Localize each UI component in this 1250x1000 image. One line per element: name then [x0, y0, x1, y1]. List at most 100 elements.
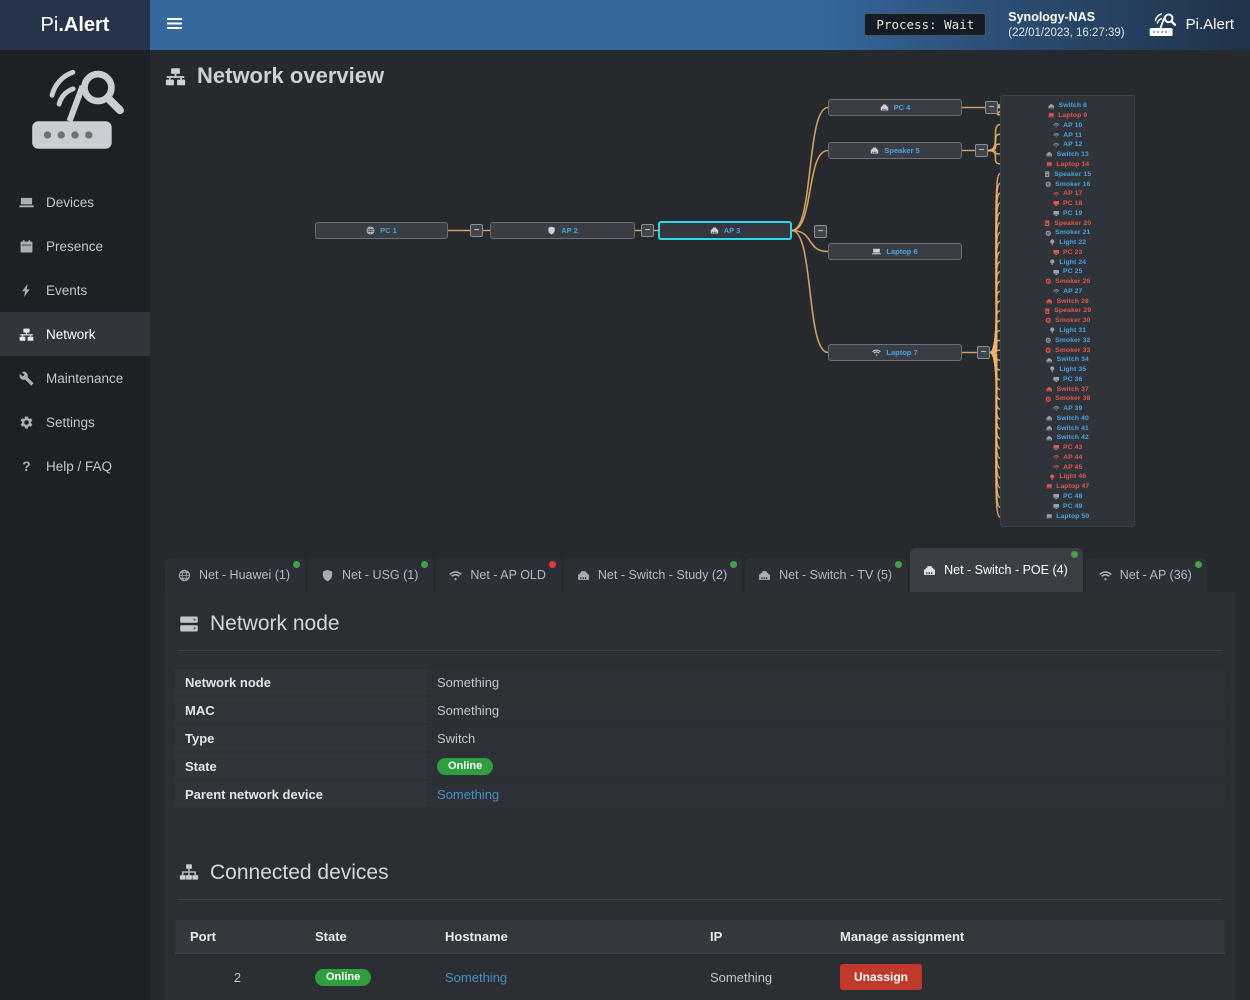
- panel-device[interactable]: Laptop 50: [1001, 511, 1134, 521]
- collapse-button-laptop7[interactable]: −: [977, 346, 990, 359]
- panel-device[interactable]: Smoker 16: [1001, 179, 1134, 189]
- collapse-button-speaker5[interactable]: −: [975, 144, 988, 157]
- panel-device[interactable]: Switch 13: [1001, 150, 1134, 160]
- panel-device[interactable]: Switch 37: [1001, 384, 1134, 394]
- wifi-icon: [1053, 191, 1060, 198]
- tab-net-huawei-1[interactable]: Net - Huawei (1): [165, 558, 305, 592]
- panel-device[interactable]: Light 46: [1001, 472, 1134, 482]
- panel-device[interactable]: PC 36: [1001, 374, 1134, 384]
- sidebar-item-network[interactable]: Network: [0, 312, 150, 356]
- app-root: Pi.Alert Process: Wait Synology-NAS (22/…: [0, 0, 1250, 1000]
- ethernet-icon: [577, 569, 590, 582]
- sidebar-item-devices[interactable]: Devices: [0, 180, 150, 224]
- ethernet-icon: [1046, 425, 1053, 432]
- panel-device-label: PC 23: [1063, 249, 1082, 256]
- panel-device[interactable]: PC 48: [1001, 492, 1134, 502]
- panel-device[interactable]: Light 35: [1001, 365, 1134, 375]
- panel-device[interactable]: Switch 40: [1001, 414, 1134, 424]
- tab-net-switch-study-2[interactable]: Net - Switch - Study (2): [564, 558, 742, 592]
- wifi-icon: [1053, 288, 1060, 295]
- panel-device[interactable]: PC 23: [1001, 247, 1134, 257]
- sidebar-item-maintenance[interactable]: Maintenance: [0, 356, 150, 400]
- app-logo[interactable]: Pi.Alert: [0, 0, 150, 50]
- diagram-node-ap3[interactable]: AP 3: [658, 221, 792, 240]
- panel-device[interactable]: Smoker 21: [1001, 228, 1134, 238]
- light-icon: [1049, 474, 1056, 481]
- panel-device[interactable]: PC 18: [1001, 199, 1134, 209]
- panel-device[interactable]: Smoker 30: [1001, 316, 1134, 326]
- hostname-link[interactable]: Something: [445, 970, 507, 985]
- panel-device[interactable]: AP 44: [1001, 453, 1134, 463]
- panel-device[interactable]: Switch 28: [1001, 296, 1134, 306]
- tab-net-switch-poe-4[interactable]: Net - Switch - POE (4): [910, 548, 1083, 592]
- tab-status-dot: [895, 561, 902, 568]
- sidebar-item-events[interactable]: Events: [0, 268, 150, 312]
- panel-device[interactable]: Smoker 38: [1001, 394, 1134, 404]
- panel-device[interactable]: PC 19: [1001, 208, 1134, 218]
- radar-logo-icon: [23, 66, 127, 152]
- panel-device[interactable]: Switch 34: [1001, 355, 1134, 365]
- diagram-node-pc1[interactable]: PC 1: [315, 222, 448, 239]
- collapse-button-pc4[interactable]: −: [985, 101, 998, 114]
- shield-icon: [547, 226, 556, 235]
- panel-device[interactable]: Laptop 47: [1001, 482, 1134, 492]
- panel-device[interactable]: Light 22: [1001, 238, 1134, 248]
- panel-device[interactable]: Light 24: [1001, 257, 1134, 267]
- panel-device[interactable]: AP 10: [1001, 121, 1134, 131]
- sidebar-item-presence[interactable]: Presence: [0, 224, 150, 268]
- info-label: Type: [175, 725, 427, 751]
- tab-net-usg-1[interactable]: Net - USG (1): [308, 558, 433, 592]
- diagram-node-pc4[interactable]: PC 4: [828, 99, 962, 116]
- sidebar-toggle-button[interactable]: [150, 0, 199, 50]
- panel-device[interactable]: AP 45: [1001, 462, 1134, 472]
- collapse-button-ap2[interactable]: −: [641, 224, 654, 237]
- panel-device[interactable]: Smoker 26: [1001, 277, 1134, 287]
- panel-device[interactable]: AP 12: [1001, 140, 1134, 150]
- sidebar-item-label: Help / FAQ: [46, 459, 112, 474]
- panel-device[interactable]: AP 11: [1001, 130, 1134, 140]
- panel-device[interactable]: Laptop 14: [1001, 160, 1134, 170]
- parent-device-link[interactable]: Something: [437, 787, 499, 802]
- svg-text:?: ?: [22, 459, 30, 474]
- panel-device[interactable]: Smoker 33: [1001, 345, 1134, 355]
- tab-net-ap-old[interactable]: Net - AP OLD: [436, 558, 561, 592]
- diagram-node-laptop6[interactable]: Laptop 6: [828, 243, 962, 260]
- panel-device-label: Switch 13: [1057, 151, 1089, 158]
- diagram-node-ap2[interactable]: AP 2: [490, 222, 635, 239]
- panel-device[interactable]: Light 31: [1001, 326, 1134, 336]
- diagram-node-speaker5[interactable]: Speaker 5: [828, 142, 962, 159]
- panel-device[interactable]: PC 49: [1001, 501, 1134, 511]
- collapse-button-ap3[interactable]: −: [814, 225, 827, 238]
- panel-device-label: Switch 28: [1057, 298, 1089, 305]
- divider: [177, 899, 1223, 900]
- panel-device[interactable]: PC 25: [1001, 267, 1134, 277]
- sidebar-item-help-faq[interactable]: ? Help / FAQ: [0, 444, 150, 488]
- panel-device[interactable]: AP 27: [1001, 287, 1134, 297]
- unassign-button[interactable]: Unassign: [840, 964, 922, 990]
- monitor-icon: [1053, 210, 1060, 217]
- panel-device[interactable]: Speaker 15: [1001, 169, 1134, 179]
- panel-device[interactable]: Smoker 32: [1001, 335, 1134, 345]
- panel-device[interactable]: AP 17: [1001, 189, 1134, 199]
- device-row: 2OnlineSomethingSomethingUnassign: [175, 954, 1225, 1000]
- panel-device[interactable]: Switch 42: [1001, 433, 1134, 443]
- panel-device[interactable]: Speaker 20: [1001, 218, 1134, 228]
- sidebar-item-label: Settings: [46, 415, 95, 430]
- diagram-node-laptop7[interactable]: Laptop 7: [828, 344, 962, 361]
- tab-net-ap-36[interactable]: Net - AP (36): [1086, 558, 1207, 592]
- panel-device[interactable]: PC 43: [1001, 443, 1134, 453]
- radar-icon: [1147, 12, 1177, 37]
- panel-device-label: PC 18: [1063, 200, 1082, 207]
- panel-device[interactable]: AP 39: [1001, 404, 1134, 414]
- node-label: PC 1: [380, 226, 397, 235]
- panel-device[interactable]: Switch 8: [1001, 101, 1134, 111]
- collapse-button-pc1[interactable]: −: [470, 224, 483, 237]
- tab-net-switch-tv-5[interactable]: Net - Switch - TV (5): [745, 558, 907, 592]
- panel-device-label: AP 17: [1063, 190, 1082, 197]
- panel-device[interactable]: Switch 41: [1001, 423, 1134, 433]
- panel-device[interactable]: Laptop 9: [1001, 111, 1134, 121]
- panel-device-label: PC 48: [1063, 493, 1082, 500]
- sidebar-item-settings[interactable]: Settings: [0, 400, 150, 444]
- panel-device[interactable]: Speaker 29: [1001, 306, 1134, 316]
- tab-label: Net - AP (36): [1120, 568, 1192, 582]
